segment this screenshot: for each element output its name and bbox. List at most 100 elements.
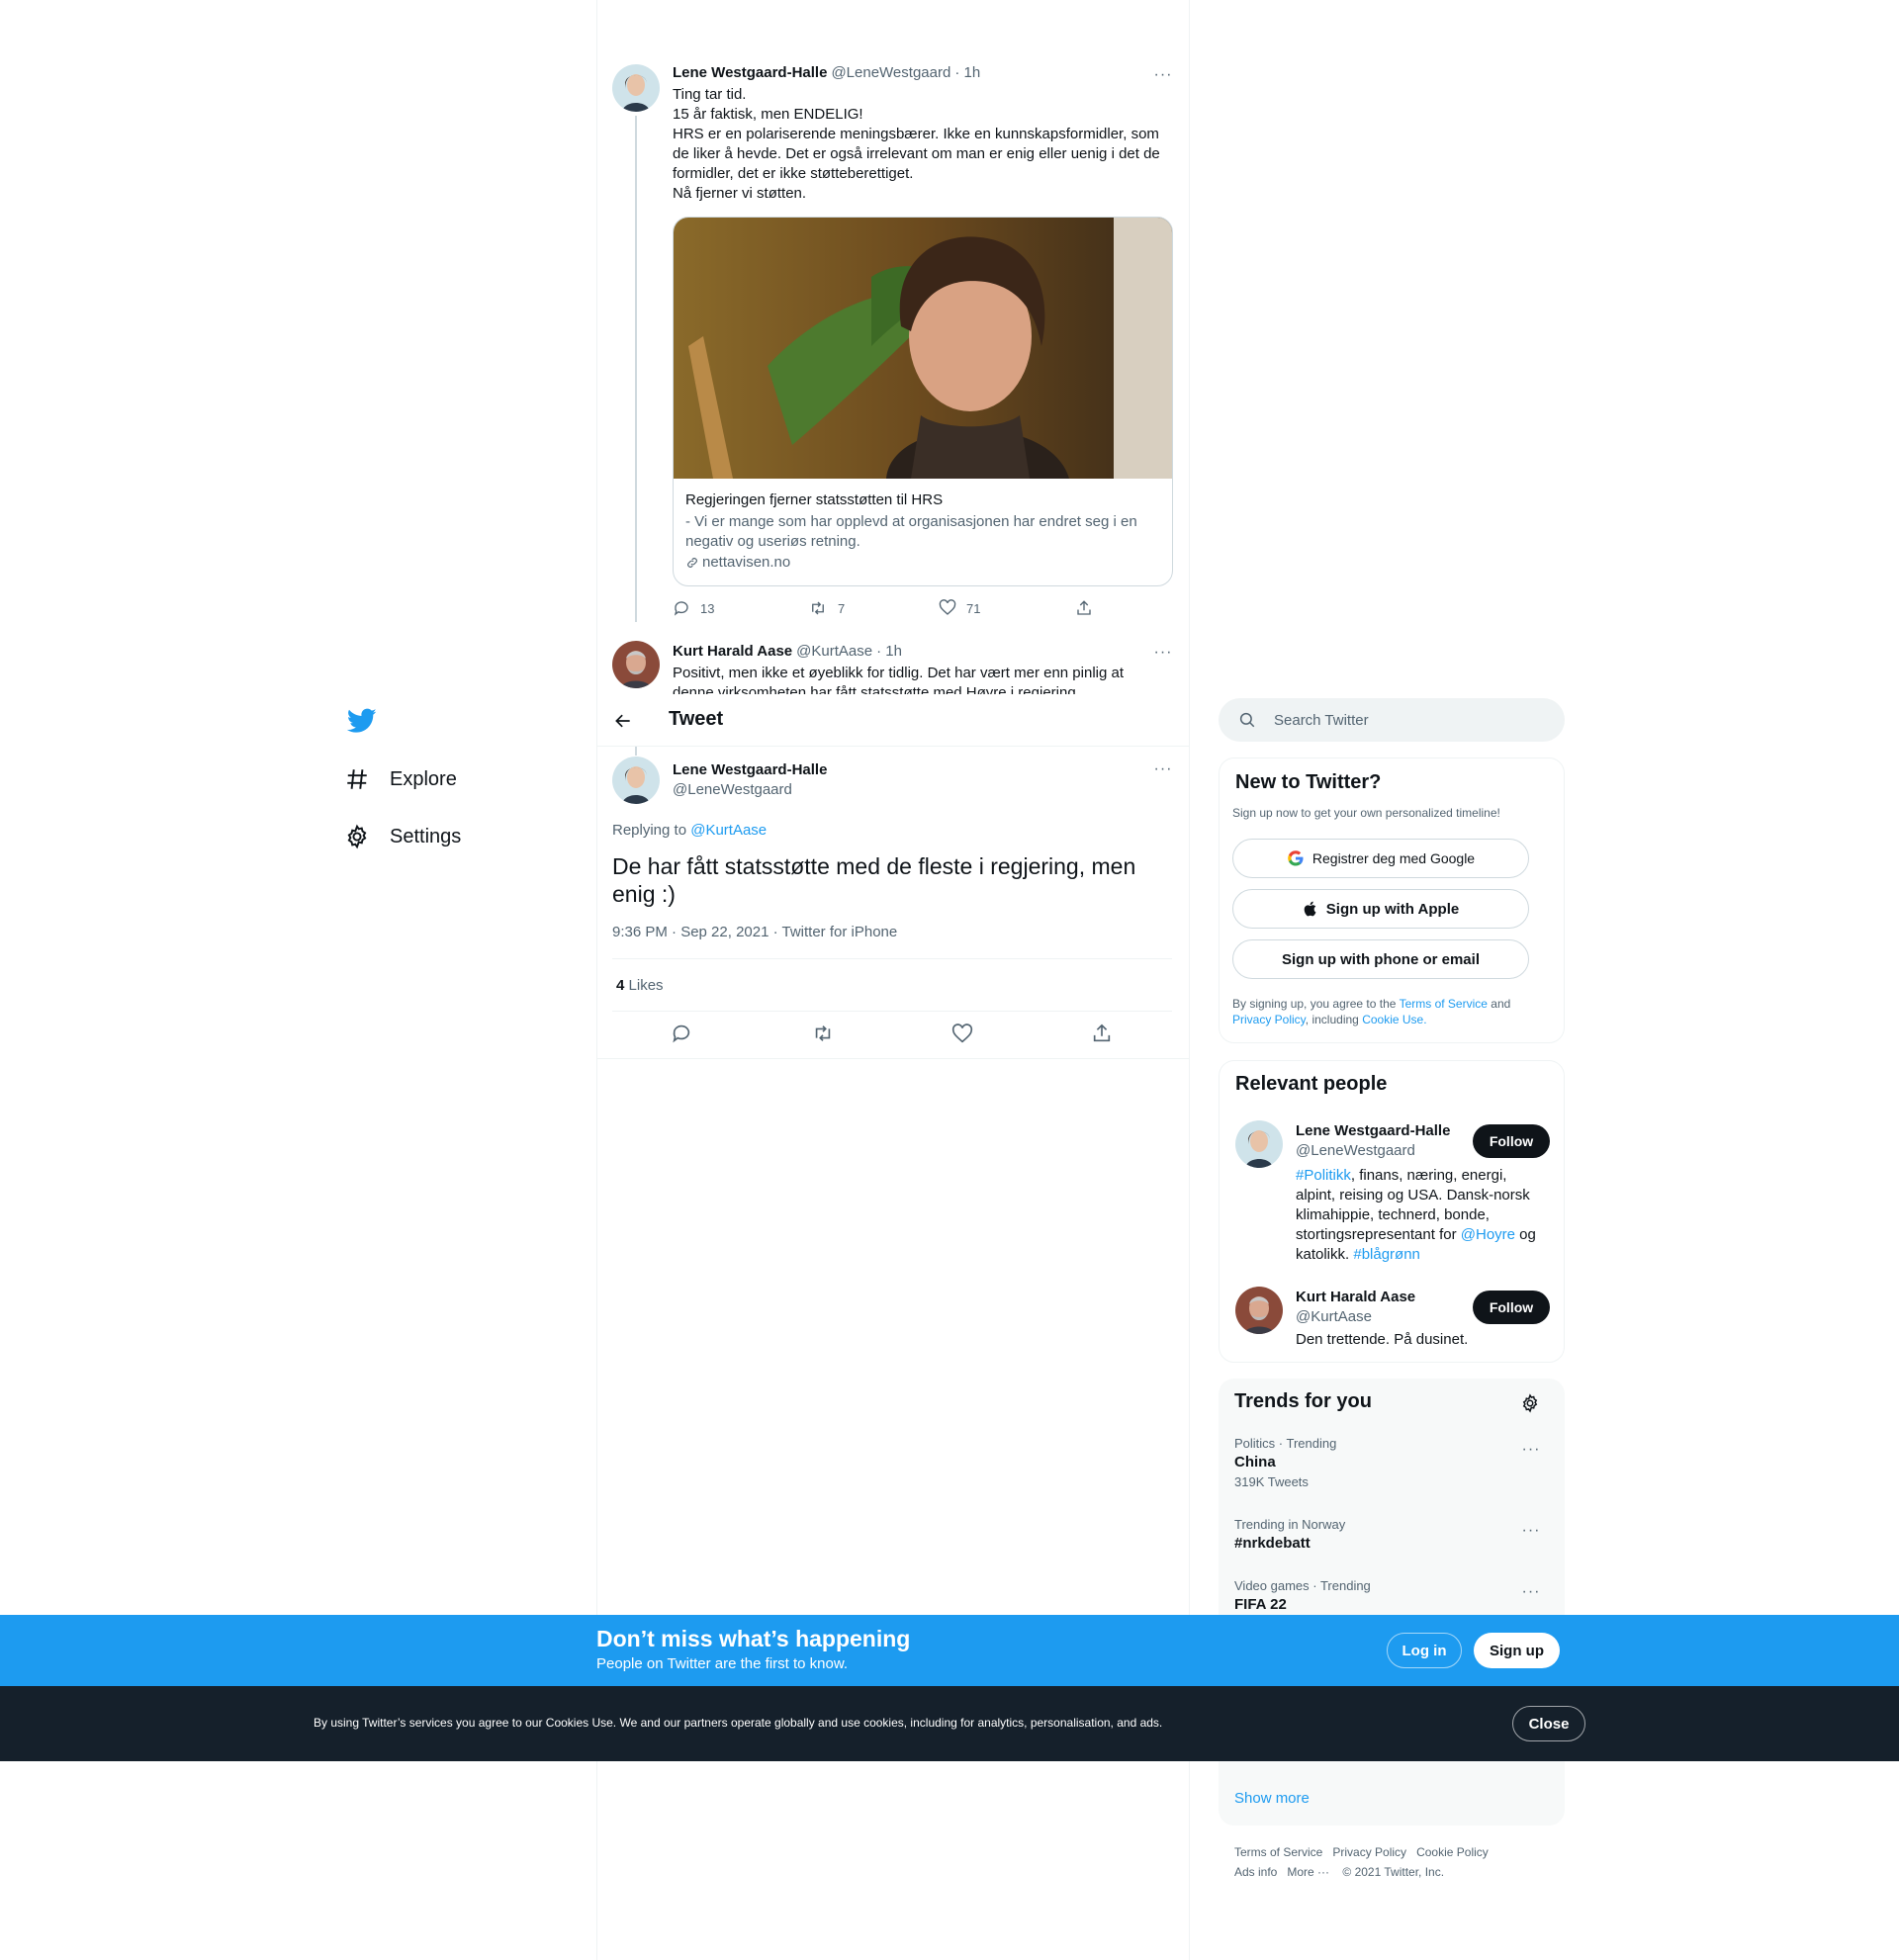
trends-settings-button[interactable] <box>1520 1393 1540 1413</box>
tweet-time[interactable]: · 1h <box>876 643 902 660</box>
link-card-description: - Vi er mange som har opplevd at organis… <box>685 513 1137 550</box>
more-icon[interactable]: ··· <box>1151 65 1175 85</box>
login-button[interactable]: Log in <box>1387 1633 1462 1668</box>
signup-subtitle: Sign up now to get your own personalized… <box>1232 806 1500 820</box>
author-name[interactable]: Lene Westgaard-Halle <box>673 761 827 778</box>
apple-signup-label: Sign up with Apple <box>1325 900 1460 918</box>
apple-signup-button[interactable]: Sign up with Apple <box>1232 889 1529 929</box>
avatar[interactable] <box>612 757 660 804</box>
phone-email-signup-label: Sign up with phone or email <box>1281 950 1480 968</box>
likes-stat[interactable]: 4 Likes <box>616 977 664 994</box>
reply-count: 13 <box>700 600 715 616</box>
person-name[interactable]: Lene Westgaard-Halle <box>1296 1122 1450 1139</box>
more-icon[interactable]: ··· <box>1519 1440 1543 1460</box>
footer-cookie-link[interactable]: Cookie Policy <box>1416 1845 1489 1859</box>
google-signup-button[interactable]: Registrer deg med Google <box>1232 839 1529 878</box>
relevant-people-title: Relevant people <box>1235 1073 1388 1095</box>
tweet-timestamp[interactable]: 9:36 PM · Sep 22, 2021 · Twitter for iPh… <box>612 924 897 940</box>
thread-line <box>635 747 637 756</box>
hashtag-icon <box>344 766 370 792</box>
divider <box>612 958 1172 959</box>
author-name[interactable]: Lene Westgaard-Halle <box>673 64 827 81</box>
more-icon[interactable]: ··· <box>1151 759 1175 779</box>
person-handle[interactable]: @KurtAase <box>1296 1308 1372 1325</box>
cookie-link[interactable]: Cookie Use. <box>1362 1013 1426 1026</box>
trend-item[interactable]: Trending in Norway #nrkdebatt ··· <box>1219 1515 1565 1564</box>
more-icon[interactable]: ··· <box>1519 1582 1543 1602</box>
thread-line <box>635 116 637 622</box>
nav-explore[interactable]: Explore <box>344 759 457 799</box>
trend-item[interactable]: Politics · Trending China 319K Tweets ··… <box>1219 1434 1565 1503</box>
share-button[interactable] <box>1075 599 1093 617</box>
avatar[interactable] <box>1235 1287 1283 1334</box>
avatar[interactable] <box>612 641 660 688</box>
link-icon <box>685 556 699 570</box>
reply-icon <box>673 599 690 617</box>
hashtag-link[interactable]: #blågrønn <box>1353 1246 1420 1263</box>
person-handle[interactable]: @LeneWestgaard <box>1296 1142 1415 1159</box>
more-icon[interactable]: ··· <box>1151 643 1175 663</box>
phone-email-signup-button[interactable]: Sign up with phone or email <box>1232 939 1529 979</box>
link-card-image <box>674 218 1172 479</box>
author-handle[interactable]: @LeneWestgaard <box>673 781 792 798</box>
replying-to-link[interactable]: @KurtAase <box>690 822 767 839</box>
retweet-button[interactable] <box>811 1023 835 1044</box>
hashtag-link[interactable]: #Politikk <box>1296 1167 1351 1184</box>
likes-count: 4 <box>616 977 625 994</box>
footer-terms-link[interactable]: Terms of Service <box>1234 1845 1322 1859</box>
cookie-close-button[interactable]: Close <box>1512 1706 1585 1741</box>
footer-copyright: © 2021 Twitter, Inc. <box>1342 1865 1445 1879</box>
footer-more-link[interactable]: More ··· <box>1287 1865 1329 1879</box>
tweet-line: HRS er en polariserende meningsbærer. Ik… <box>673 126 1160 182</box>
back-button[interactable] <box>608 706 638 736</box>
trends-title: Trends for you <box>1234 1390 1372 1412</box>
author-handle[interactable]: @KurtAase <box>796 643 872 660</box>
avatar[interactable] <box>1235 1120 1283 1168</box>
terms-link[interactable]: Terms of Service <box>1400 997 1488 1011</box>
tweet-body: Ting tar tid. 15 år faktisk, men ENDELIG… <box>673 85 1167 204</box>
relevant-people-card: Relevant people Lene Westgaard-Halle @Le… <box>1219 1060 1565 1363</box>
person-name[interactable]: Kurt Harald Aase <box>1296 1289 1415 1305</box>
replying-to-prefix: Replying to <box>612 822 687 839</box>
heart-icon <box>939 599 956 617</box>
author-handle[interactable]: @LeneWestgaard <box>831 64 950 81</box>
more-icon[interactable]: ··· <box>1519 1521 1543 1541</box>
author-name[interactable]: Kurt Harald Aase <box>673 643 792 660</box>
footer-links: Terms of Service Privacy Policy Cookie P… <box>1234 1842 1551 1882</box>
person-bio: Den trettende. På dusinet. <box>1296 1331 1469 1348</box>
avatar[interactable] <box>612 64 660 112</box>
footer-ads-link[interactable]: Ads info <box>1234 1865 1277 1879</box>
tweet-line: 15 år faktisk, men ENDELIG! <box>673 106 863 123</box>
trend-count: 319K Tweets <box>1234 1474 1309 1489</box>
tweet-body: Positivt, men ikke et øyeblikk for tidli… <box>673 665 1125 694</box>
like-button[interactable] <box>951 1024 973 1045</box>
tweet-header: Lene Westgaard-Halle @LeneWestgaard · 1h <box>673 64 1187 81</box>
reply-button[interactable]: 13 <box>673 599 714 617</box>
divider <box>597 1058 1189 1059</box>
footer-privacy-link[interactable]: Privacy Policy <box>1332 1845 1406 1859</box>
signup-button[interactable]: Sign up <box>1474 1633 1560 1668</box>
google-signup-label: Registrer deg med Google <box>1311 850 1476 866</box>
search-input[interactable]: Search Twitter <box>1219 698 1565 742</box>
heart-icon <box>951 1024 973 1045</box>
share-button[interactable] <box>1091 1023 1113 1044</box>
legal-prefix: By signing up, you agree to the <box>1232 997 1397 1011</box>
trend-name: #nrkdebatt <box>1234 1535 1311 1552</box>
follow-button[interactable]: Follow <box>1473 1291 1550 1324</box>
follow-button[interactable]: Follow <box>1473 1124 1550 1158</box>
tweet-line: Nå fjerner vi støtten. <box>673 185 807 202</box>
privacy-link[interactable]: Privacy Policy <box>1232 1013 1306 1026</box>
link-card[interactable]: Regjeringen fjerner statsstøtten til HRS… <box>673 217 1173 586</box>
retweet-button[interactable]: 7 <box>808 599 845 617</box>
tweet-time[interactable]: · 1h <box>954 64 980 81</box>
page-title: Tweet <box>669 708 724 730</box>
show-more-link[interactable]: Show more <box>1234 1790 1310 1807</box>
reply-button[interactable] <box>671 1023 692 1044</box>
likes-label: Likes <box>628 977 664 994</box>
twitter-logo-icon[interactable] <box>347 708 377 734</box>
like-button[interactable]: 71 <box>939 599 980 617</box>
person-bio: #Politikk, finans, næring, energi, alpin… <box>1296 1166 1548 1265</box>
gear-icon <box>1520 1393 1540 1413</box>
mention-link[interactable]: @Hoyre <box>1461 1226 1515 1243</box>
nav-settings[interactable]: Settings <box>344 817 461 856</box>
